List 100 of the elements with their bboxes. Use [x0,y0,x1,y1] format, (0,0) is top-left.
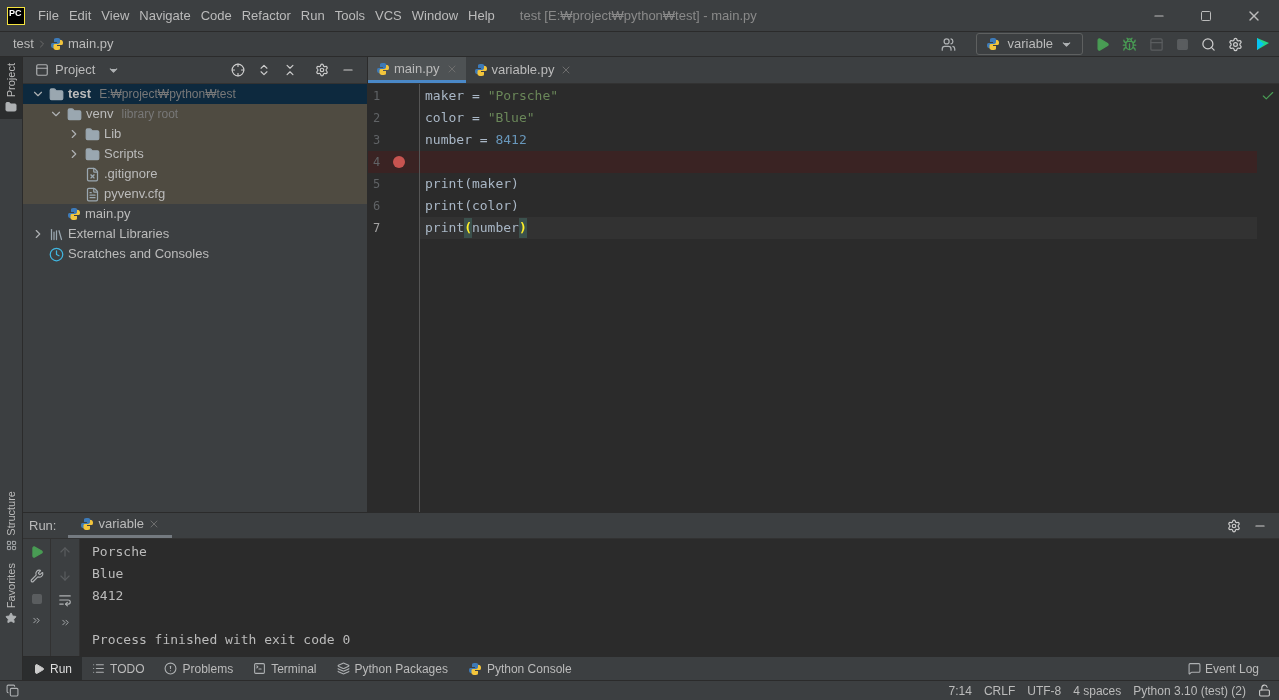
tree-item[interactable]: .gitignore [23,164,367,184]
menu-item[interactable]: Window [406,5,464,26]
crosshair-icon[interactable] [231,63,245,77]
editor-tab[interactable]: variable.py [465,57,581,83]
tool-window-tab[interactable]: Python Console [457,657,582,680]
tree-item[interactable]: External Libraries [23,224,367,244]
status-item[interactable]: Python 3.10 (test) (2) [1133,681,1246,700]
tool-window-tab[interactable]: Python Packages [326,657,458,680]
side-tab[interactable]: Structure [0,485,22,557]
run-icon[interactable] [1095,36,1110,52]
text-file-icon [85,186,100,202]
window-title: test [E:₩project₩python₩test] - main.py [519,6,757,25]
line-number: 5 [373,176,382,193]
folder-icon [5,101,17,114]
python-file-icon [376,61,390,76]
item-label: Scratches and Consoles [68,245,209,264]
panel-icon [35,63,49,77]
menu-item[interactable]: Navigate [134,5,196,26]
menu-item[interactable]: Tools [329,5,371,26]
line-number: 1 [373,88,382,105]
editor-tab[interactable]: main.py [368,57,466,83]
toolbox-icon[interactable] [1255,36,1271,52]
more-icon[interactable] [59,617,71,628]
wrap-icon[interactable] [58,593,72,607]
event-log-tab[interactable]: Event Log [1187,659,1259,678]
line-number: 3 [373,132,382,149]
folder-icon [85,126,100,142]
code-line: print(maker) [424,175,520,194]
item-hint: E:₩project₩python₩test [99,86,236,103]
item-label: Scripts [104,145,144,164]
menu-item[interactable]: Run [295,5,330,26]
menu-item[interactable]: Edit [63,5,97,26]
libraries-icon [49,226,64,242]
lock-icon[interactable] [1258,684,1271,697]
tool-window-tab[interactable]: Terminal [243,657,327,680]
settings-icon[interactable] [315,63,329,77]
console-line: Porsche [92,543,147,562]
tree-item[interactable]: Scratches and Consoles [23,244,367,264]
run-config-dropdown[interactable]: variable [976,33,1083,55]
python-icon [467,661,482,676]
status-item[interactable]: CRLF [983,681,1016,700]
python-file-icon [49,37,64,51]
menu-item[interactable]: View [96,5,135,26]
line-number: 4 [373,154,382,171]
code-line: number = 8412 [424,131,528,150]
tool-window-tab[interactable]: Problems [154,657,244,680]
menu-item[interactable]: Refactor [236,5,296,26]
tool-window-tab[interactable]: Run [23,657,82,680]
search-icon[interactable] [1201,36,1216,52]
more-icon[interactable] [31,615,42,626]
item-label: main.py [85,205,131,224]
tree-item[interactable]: pyvenv.cfg [23,184,367,204]
users-icon[interactable] [941,36,957,52]
tree-item[interactable]: Scripts [23,144,367,164]
menu-item[interactable]: Help [463,5,500,26]
side-tab[interactable]: Project [0,57,22,120]
menu-item[interactable]: VCS [370,5,407,26]
line-number: 6 [373,198,382,215]
side-tab[interactable]: Favorites [0,556,22,630]
line-number: 7 [373,220,382,237]
python-icon [986,37,1001,51]
check-icon [1261,89,1275,103]
status-item[interactable]: UTF-8 [1027,681,1062,700]
python-file-icon [473,63,488,77]
tool-window-tab[interactable]: TODO [82,657,155,680]
collapse-all-icon[interactable] [283,63,297,77]
rerun-icon[interactable] [29,545,44,559]
panels-icon[interactable] [6,684,19,697]
folder-icon [85,146,100,162]
status-item[interactable]: 7:14 [948,681,972,700]
balloon-icon [1187,662,1201,675]
python-icon [80,517,95,531]
menu-item[interactable]: Code [195,5,237,26]
close-tab-icon[interactable] [148,518,160,530]
clock-icon [49,246,64,262]
settings-icon[interactable] [1227,518,1241,533]
maximize-icon[interactable] [1200,9,1212,22]
settings-icon[interactable] [1228,36,1243,52]
item-label: Lib [104,125,122,144]
tree-item[interactable]: Lib [23,124,367,144]
item-label: test [68,85,92,104]
breadcrumb[interactable]: main.py [67,34,114,54]
exit-message: Process finished with exit code 0 [92,631,351,650]
python-file-icon [67,207,81,221]
breadcrumb[interactable]: test [13,34,34,54]
layers-icon [336,662,350,675]
play-icon [33,662,45,675]
console-line: 8412 [92,587,124,606]
wrench-icon[interactable] [29,569,44,583]
panel-title[interactable]: Project [55,60,96,80]
run-label: Run: [29,516,57,535]
tree-item[interactable]: main.py [23,204,367,224]
tree-item[interactable]: test E:₩project₩python₩test [23,84,367,104]
menu-item[interactable]: File [33,5,64,26]
list-icon [92,662,105,675]
folder-icon [49,86,64,102]
code-line: print(color) [424,197,520,216]
status-item[interactable]: 4 spaces [1073,681,1122,700]
code-line: maker = "Porsche" [424,87,560,106]
bug-icon[interactable] [1122,36,1137,52]
